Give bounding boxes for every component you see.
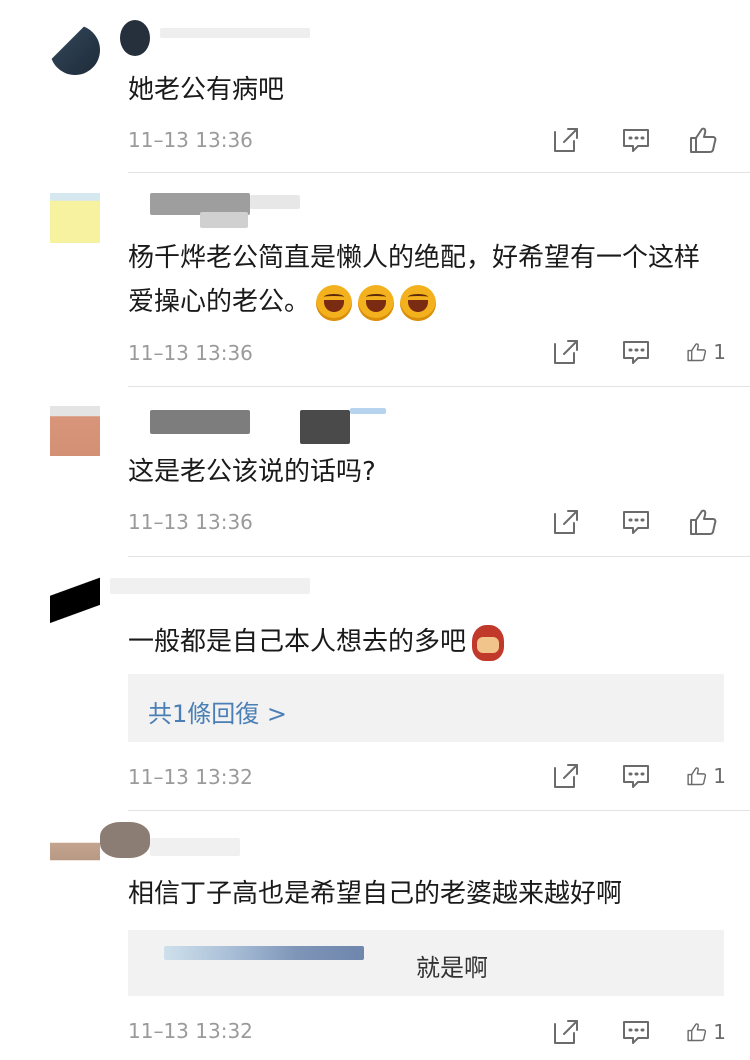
comment-icon: [623, 1021, 649, 1044]
reply-username-blurred[interactable]: [164, 946, 364, 960]
avatar[interactable]: [50, 830, 100, 880]
thumbs-up-icon: [687, 1023, 707, 1042]
share-button[interactable]: [546, 1012, 586, 1052]
like-count: 1: [713, 1020, 726, 1044]
username-blurred: [150, 838, 240, 856]
share-icon: [554, 1020, 578, 1044]
like-button[interactable]: 1: [686, 1012, 726, 1052]
comment-actions: 1: [516, 1012, 726, 1052]
comment-item: 相信丁子高也是希望自己的老婆越来越好啊 就是啊 11–13 13:32 1: [0, 0, 750, 1060]
username-blurred: [100, 822, 150, 858]
comment-time: 11–13 13:32: [128, 1019, 253, 1043]
comment-button[interactable]: [616, 1012, 656, 1052]
comment-text: 相信丁子高也是希望自己的老婆越来越好啊: [128, 879, 623, 909]
reply-text: 就是啊: [416, 954, 488, 982]
reply-box[interactable]: 就是啊: [128, 930, 724, 996]
